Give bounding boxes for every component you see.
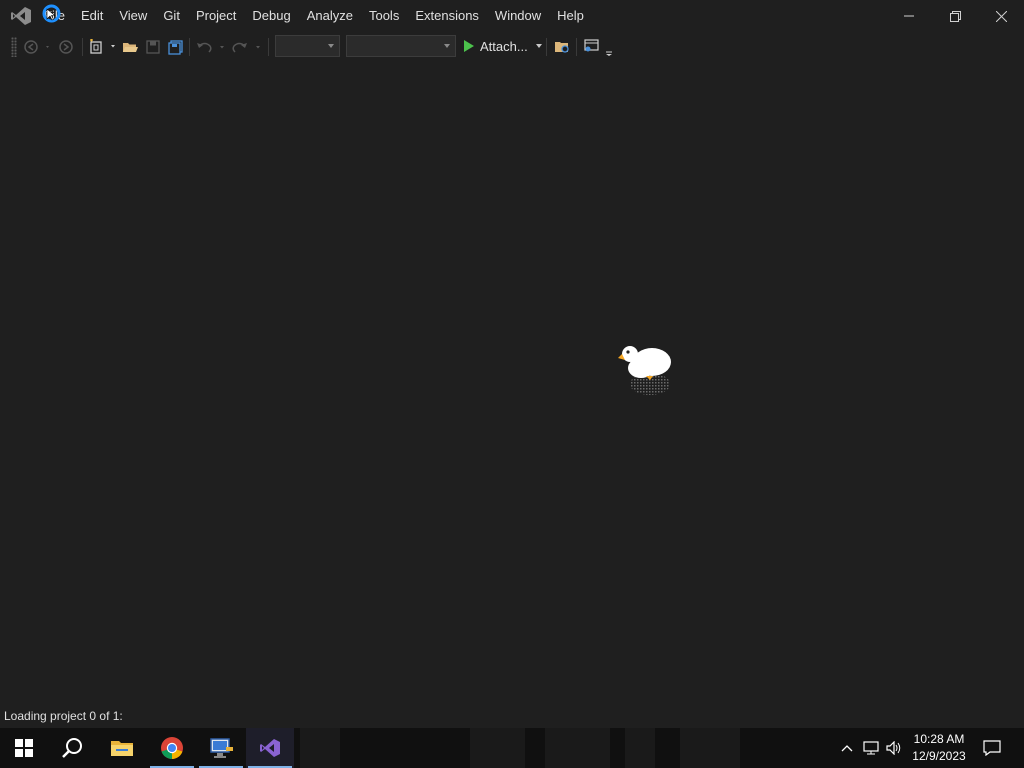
menu-extensions[interactable]: Extensions <box>407 0 487 32</box>
attach-label: Attach... <box>480 38 528 54</box>
visual-studio-button[interactable] <box>246 728 294 768</box>
main-editor-area <box>0 62 1024 704</box>
windows-start-icon <box>15 739 33 757</box>
open-file-icon <box>123 43 138 52</box>
toolbar-separator <box>82 38 83 56</box>
toolbar-separator <box>268 38 269 56</box>
minimize-button[interactable] <box>886 0 932 32</box>
network-button[interactable] <box>860 728 882 768</box>
restore-icon <box>949 10 961 22</box>
save-button[interactable] <box>143 37 163 57</box>
close-button[interactable] <box>978 0 1024 32</box>
menu-edit[interactable]: Edit <box>73 0 111 32</box>
search-button[interactable] <box>48 728 96 768</box>
desktop-goose-icon[interactable] <box>616 340 676 398</box>
clock-date: 12/9/2023 <box>912 749 966 763</box>
redo-button[interactable] <box>230 37 264 57</box>
notifications-button[interactable] <box>980 728 1004 768</box>
open-file-button[interactable] <box>120 37 140 57</box>
save-all-button[interactable] <box>165 37 185 57</box>
network-icon <box>863 741 879 755</box>
chrome-icon <box>161 737 183 759</box>
toolbar-separator <box>546 38 547 56</box>
layout-button[interactable] <box>581 37 615 57</box>
solution-configuration-dropdown[interactable] <box>275 35 340 57</box>
redo-icon <box>232 42 260 53</box>
taskbar-background-block <box>470 728 525 768</box>
notification-icon <box>983 740 1001 756</box>
toolbar-separator <box>576 38 577 56</box>
solution-explorer-icon <box>555 42 569 53</box>
undo-icon <box>197 42 224 53</box>
menu-analyze[interactable]: Analyze <box>299 0 361 32</box>
toolbar-separator <box>189 38 190 56</box>
chevron-down-icon <box>444 44 450 48</box>
navigate-forward-button[interactable] <box>56 37 76 57</box>
menu-debug[interactable]: Debug <box>244 0 298 32</box>
solution-explorer-button[interactable] <box>552 37 572 57</box>
taskbar-background-block <box>545 728 610 768</box>
minimize-icon <box>904 15 914 17</box>
menu-window[interactable]: Window <box>487 0 549 32</box>
menu-git[interactable]: Git <box>155 0 188 32</box>
title-bar: File Edit View Git Project Debug Analyze… <box>0 0 1024 32</box>
taskbar-clock[interactable]: 10:28 AM 12/9/2023 <box>905 731 973 765</box>
restore-button[interactable] <box>932 0 978 32</box>
new-project-icon <box>90 39 115 54</box>
navigate-forward-icon <box>59 40 73 54</box>
menu-project[interactable]: Project <box>188 0 244 32</box>
close-icon <box>995 10 1007 22</box>
show-hidden-icons-button[interactable] <box>836 728 858 768</box>
remote-desktop-icon <box>210 738 233 758</box>
busy-cursor-icon <box>42 4 61 23</box>
play-icon <box>464 40 474 52</box>
menu-bar: File Edit View Git Project Debug Analyze… <box>44 0 592 32</box>
layout-icon <box>584 39 612 56</box>
undo-button[interactable] <box>194 37 228 57</box>
menu-view[interactable]: View <box>111 0 155 32</box>
status-bar: Loading project 0 of 1: <box>0 704 1024 728</box>
taskbar-background-block <box>625 728 655 768</box>
menu-tools[interactable]: Tools <box>361 0 407 32</box>
file-explorer-button[interactable] <box>98 728 146 768</box>
menu-help[interactable]: Help <box>549 0 592 32</box>
search-icon <box>62 738 82 758</box>
save-icon <box>146 40 160 54</box>
volume-icon <box>886 741 901 755</box>
toolbar-grip[interactable] <box>11 37 17 57</box>
chevron-up-icon <box>841 745 853 752</box>
start-button[interactable] <box>0 728 48 768</box>
windows-taskbar: 10:28 AM 12/9/2023 <box>0 728 1024 768</box>
visual-studio-icon <box>260 739 280 757</box>
chrome-button[interactable] <box>148 728 196 768</box>
solution-platform-dropdown[interactable] <box>346 35 456 57</box>
taskbar-background-block <box>300 728 340 768</box>
file-explorer-icon <box>111 741 133 756</box>
new-project-button[interactable] <box>88 37 118 57</box>
navigate-back-button[interactable] <box>22 37 52 57</box>
navigate-back-icon <box>24 40 49 54</box>
chevron-down-icon <box>328 44 334 48</box>
taskbar-background-block <box>680 728 740 768</box>
visual-studio-logo-icon <box>11 7 31 25</box>
save-all-icon <box>167 39 183 55</box>
attach-button[interactable]: Attach... <box>463 34 542 58</box>
status-text: Loading project 0 of 1: <box>4 709 123 723</box>
remote-desktop-button[interactable] <box>197 728 245 768</box>
attach-dropdown-icon[interactable] <box>535 44 542 48</box>
volume-button[interactable] <box>883 728 905 768</box>
clock-time: 10:28 AM <box>913 732 965 746</box>
